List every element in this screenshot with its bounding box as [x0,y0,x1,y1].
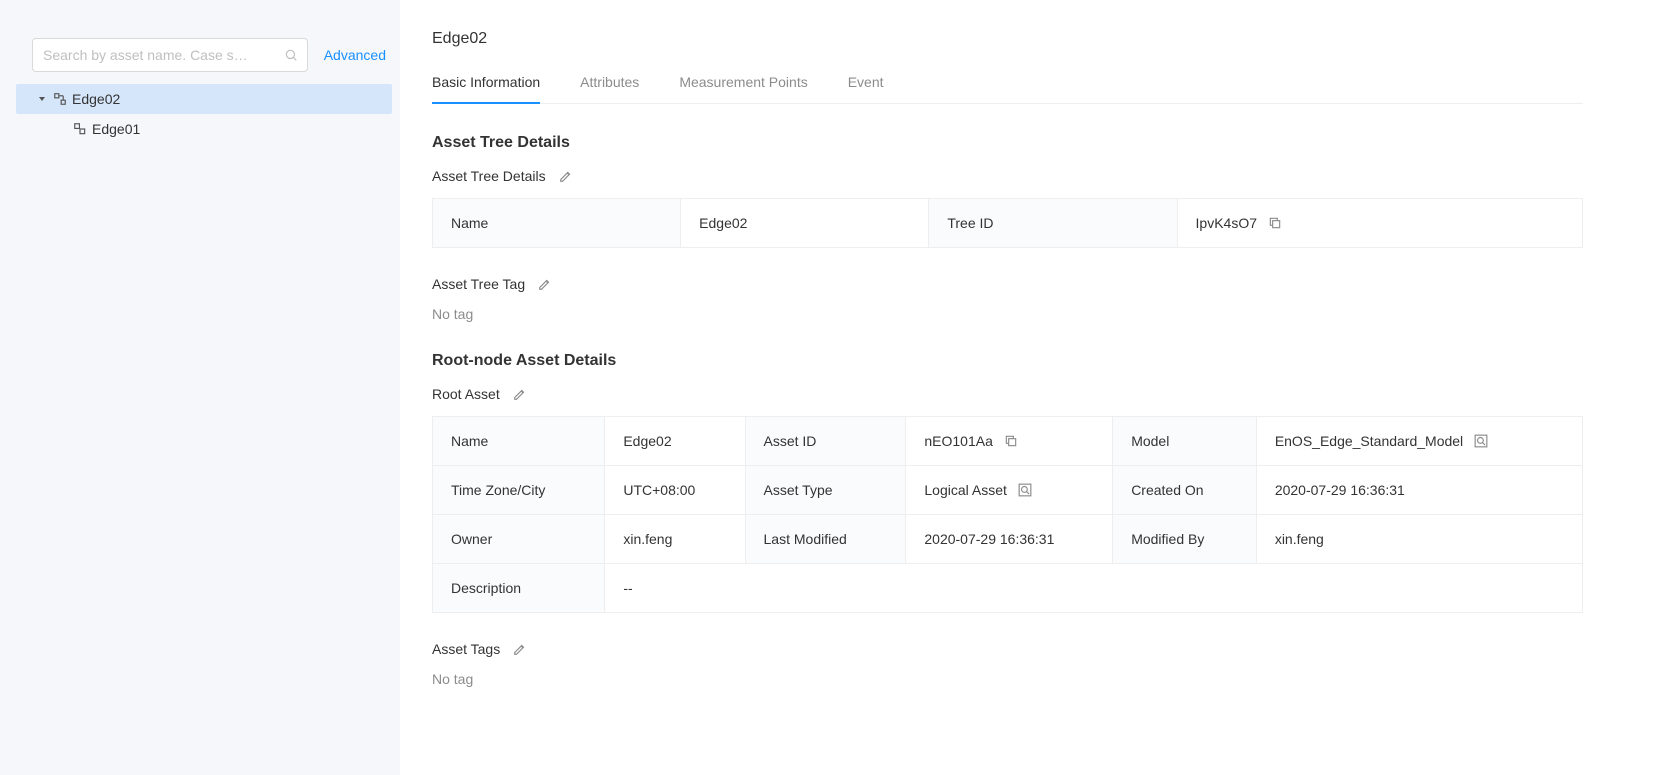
node-icon [52,91,68,107]
table-label-assettype: Asset Type [746,466,907,515]
zoom-icon[interactable] [1017,482,1033,498]
table-label-createdon: Created On [1113,466,1257,515]
main-content: Edge02 Basic Information Attributes Meas… [400,0,1663,775]
copy-icon[interactable] [1267,215,1283,231]
tree-item-label: Edge02 [72,91,120,107]
table-label-name: Name [433,417,605,466]
assettype-text: Logical Asset [924,482,1007,498]
edit-icon[interactable] [537,276,553,292]
subheading-asset-tags: Asset Tags [432,641,500,657]
tab-measurement-points[interactable]: Measurement Points [679,74,807,103]
search-input[interactable] [33,47,275,63]
table-value-name: Edge02 [681,199,929,247]
sidebar: Advanced Edge02 Edge01 [0,0,400,775]
no-tag-text: No tag [432,306,1583,322]
no-tag-text: No tag [432,671,1583,687]
tab-basic-information[interactable]: Basic Information [432,74,540,104]
tree-item-edge01[interactable]: Edge01 [16,114,392,144]
table-value-assetid: nEO101Aa [906,417,1113,466]
tab-event[interactable]: Event [848,74,884,103]
tab-attributes[interactable]: Attributes [580,74,639,103]
tree-item-label: Edge01 [92,121,140,137]
table-label-model: Model [1113,417,1257,466]
table-label-timezone: Time Zone/City [433,466,605,515]
table-value-treeid: IpvK4sO7 [1178,199,1582,247]
subheading-asset-tree-details: Asset Tree Details [432,168,546,184]
asset-tree: Edge02 Edge01 [16,84,392,144]
page-title: Edge02 [432,30,1583,48]
node-icon [72,121,88,137]
table-label-owner: Owner [433,515,605,564]
section-heading-root-node: Root-node Asset Details [432,352,1583,370]
root-asset-table: Name Edge02 Asset ID nEO101Aa Model EnOS… [432,416,1583,613]
table-value-createdon: 2020-07-29 16:36:31 [1257,466,1582,515]
table-label-treeid: Tree ID [929,199,1177,247]
tree-item-edge02[interactable]: Edge02 [16,84,392,114]
subheading-root-asset: Root Asset [432,386,500,402]
table-value-owner: xin.feng [605,515,745,564]
search-box [32,38,308,72]
assetid-text: nEO101Aa [924,433,993,449]
table-label-lastmodified: Last Modified [746,515,907,564]
table-value-name: Edge02 [605,417,745,466]
table-value-lastmodified: 2020-07-29 16:36:31 [906,515,1113,564]
edit-icon[interactable] [512,641,528,657]
section-heading-asset-tree: Asset Tree Details [432,134,1583,152]
table-label-modifiedby: Modified By [1113,515,1257,564]
caret-down-icon[interactable] [36,93,48,105]
model-text: EnOS_Edge_Standard_Model [1275,433,1463,449]
subheading-asset-tree-tag: Asset Tree Tag [432,276,525,292]
table-value-modifiedby: xin.feng [1257,515,1582,564]
table-label-name: Name [433,199,681,247]
table-value-description: -- [605,564,1582,612]
zoom-icon[interactable] [1473,433,1489,449]
copy-icon[interactable] [1003,433,1019,449]
edit-icon[interactable] [558,168,574,184]
table-value-timezone: UTC+08:00 [605,466,745,515]
table-label-description: Description [433,564,605,612]
asset-tree-table: Name Edge02 Tree ID IpvK4sO7 [432,198,1583,248]
treeid-text: IpvK4sO7 [1196,215,1257,231]
edit-icon[interactable] [512,386,528,402]
advanced-link[interactable]: Advanced [324,47,392,63]
table-label-assetid: Asset ID [746,417,907,466]
table-value-assettype: Logical Asset [906,466,1113,515]
search-icon[interactable] [275,48,307,62]
table-value-model: EnOS_Edge_Standard_Model [1257,417,1582,466]
tabs: Basic Information Attributes Measurement… [432,74,1583,104]
